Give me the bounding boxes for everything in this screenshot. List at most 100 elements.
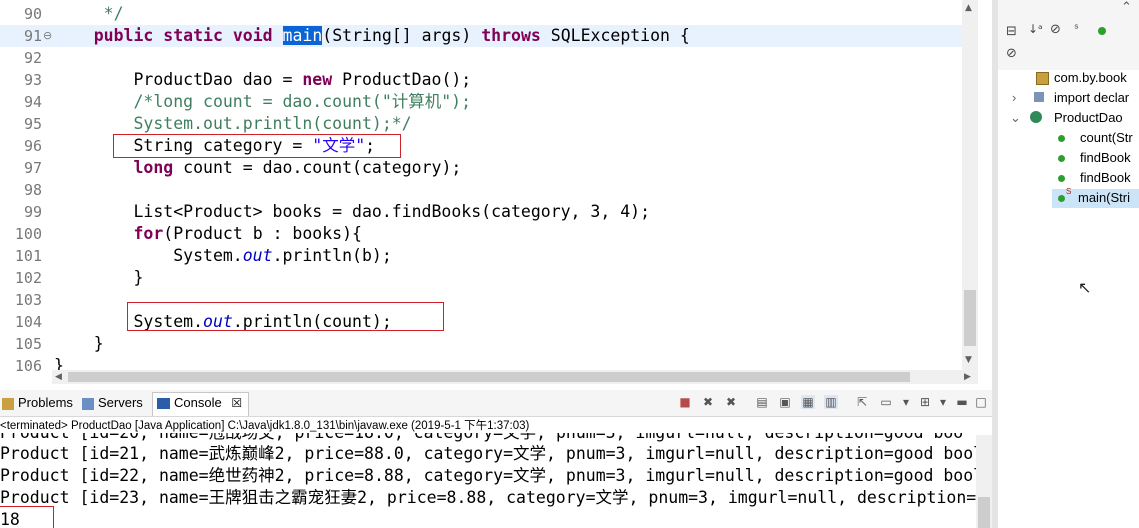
scroll-right-icon[interactable]: ▶ bbox=[964, 371, 971, 383]
code-text[interactable]: public static void main(String[] args) t… bbox=[54, 25, 690, 47]
code-text[interactable]: } bbox=[54, 267, 143, 289]
minimize-icon[interactable]: ▬ bbox=[955, 395, 969, 409]
code-line[interactable]: 98 bbox=[0, 179, 962, 201]
code-line[interactable]: 94 /*long count = dao.count("计算机"); bbox=[0, 91, 962, 113]
line-number: 101 bbox=[14, 247, 42, 265]
code-line[interactable]: 105 } bbox=[0, 333, 962, 355]
chevron-down-icon[interactable]: ▾ bbox=[899, 395, 913, 409]
outline-item-label: ProductDao bbox=[1054, 110, 1123, 125]
code-line[interactable]: 97 long count = dao.count(category); bbox=[0, 157, 962, 179]
outline-item-label: count(Str bbox=[1080, 130, 1133, 145]
display-selected-console-icon[interactable]: ▭ bbox=[879, 395, 893, 409]
console-output[interactable]: Product [id=20, name=冠战场交, price=18.0, c… bbox=[0, 433, 976, 528]
outline-toolbar: ⊟ ↓ᵃ ⊘ ˢ ⊘ ⌃ bbox=[998, 0, 1139, 70]
scroll-up-icon[interactable]: ▲ bbox=[965, 2, 972, 14]
outline-item-label: import declar bbox=[1054, 90, 1130, 105]
open-console-icon[interactable]: ⊞ bbox=[918, 395, 932, 409]
show-on-stdout-icon[interactable]: ▥ bbox=[824, 395, 838, 409]
code-line[interactable]: 93 ProductDao dao = new ProductDao(); bbox=[0, 69, 962, 91]
code-comment[interactable]: /*long count = dao.count("计算机"); bbox=[54, 91, 471, 113]
outline-method-selected[interactable]: S main(Stri bbox=[1052, 187, 1139, 208]
tab-servers[interactable]: Servers bbox=[82, 393, 143, 413]
problems-icon bbox=[2, 397, 14, 410]
code-comment[interactable]: System.out.println(count);*/ bbox=[54, 113, 411, 135]
remove-launch-icon[interactable]: ✖ bbox=[701, 395, 715, 409]
outline-item-label: findBook bbox=[1080, 170, 1131, 185]
console-vertical-scrollbar[interactable] bbox=[976, 435, 992, 528]
hide-fields-icon[interactable]: ⊘ bbox=[1050, 22, 1061, 37]
pin-console-icon[interactable]: ⇱ bbox=[855, 395, 869, 409]
package-icon bbox=[1036, 72, 1049, 85]
scroll-down-icon[interactable]: ▼ bbox=[965, 354, 972, 366]
public-static-method-icon bbox=[1058, 195, 1065, 202]
code-line[interactable]: 95 System.out.println(count);*/ bbox=[0, 113, 962, 135]
code-line-current[interactable]: 91 ⊖ public static void main(String[] ar… bbox=[0, 25, 962, 47]
code-editor[interactable]: 90 */ 91 ⊖ public static void main(Strin… bbox=[0, 0, 992, 390]
terminate-icon[interactable]: ■ bbox=[678, 395, 692, 409]
selected-word[interactable]: main bbox=[282, 26, 323, 45]
chevron-right-icon[interactable]: › bbox=[1012, 90, 1016, 105]
sort-icon[interactable]: ↓ᵃ bbox=[1028, 22, 1043, 36]
hide-static-icon[interactable]: ˢ bbox=[1074, 22, 1079, 37]
public-method-icon bbox=[1058, 175, 1065, 182]
remove-all-icon[interactable]: ✖ bbox=[724, 395, 738, 409]
code-text[interactable]: } bbox=[54, 333, 104, 355]
code-line[interactable]: 101 System.out.println(b); bbox=[0, 245, 962, 267]
code-line[interactable]: 90 */ bbox=[0, 3, 962, 25]
console-icon bbox=[157, 398, 170, 410]
code-line[interactable]: 99 List<Product> books = dao.findBooks(c… bbox=[0, 201, 962, 223]
line-number: 91 bbox=[23, 27, 42, 45]
highlight-box-category bbox=[113, 134, 401, 158]
hide-local-types-icon[interactable]: ⊘ bbox=[1006, 46, 1017, 61]
line-number: 104 bbox=[14, 313, 42, 331]
line-number: 92 bbox=[23, 49, 42, 67]
line-number: 102 bbox=[14, 269, 42, 287]
scroll-thumb[interactable] bbox=[964, 290, 976, 346]
maximize-icon[interactable]: □ bbox=[974, 395, 988, 409]
tab-console[interactable]: Console ☒ bbox=[152, 392, 250, 416]
code-text[interactable]: long count = dao.count(category); bbox=[54, 157, 461, 179]
line-number: 105 bbox=[14, 335, 42, 353]
tab-problems[interactable]: Problems bbox=[2, 393, 73, 413]
editor-vertical-scrollbar[interactable]: ▲ ▼ bbox=[962, 0, 978, 370]
code-text[interactable]: List<Product> books = dao.findBooks(cate… bbox=[54, 201, 650, 223]
line-number: 100 bbox=[14, 225, 42, 243]
line-number: 99 bbox=[23, 203, 42, 221]
editor-horizontal-scrollbar[interactable]: ◀ ▶ bbox=[52, 370, 978, 384]
code-text[interactable]: ProductDao dao = new ProductDao(); bbox=[54, 69, 471, 91]
view-menu-icon[interactable]: ⌃ bbox=[1121, 0, 1132, 15]
outline-item-label: com.by.book bbox=[1054, 70, 1127, 85]
code-line[interactable]: 92 bbox=[0, 47, 962, 69]
scroll-lock-icon[interactable]: ▣ bbox=[778, 395, 792, 409]
highlight-box-println bbox=[127, 302, 444, 331]
line-number: 90 bbox=[23, 5, 42, 23]
outline-view[interactable]: ⊟ ↓ᵃ ⊘ ˢ ⊘ ⌃ com.by.book › import declar… bbox=[998, 0, 1139, 390]
scroll-thumb[interactable] bbox=[68, 372, 910, 382]
imports-icon bbox=[1034, 92, 1044, 102]
clear-console-icon[interactable]: ▤ bbox=[755, 395, 769, 409]
public-method-icon bbox=[1058, 155, 1065, 162]
outline-item-label: findBook bbox=[1080, 150, 1131, 165]
chevron-down-icon[interactable]: ▾ bbox=[936, 395, 950, 409]
chevron-down-icon[interactable]: ⌄ bbox=[1010, 110, 1021, 126]
hide-nonpublic-icon[interactable] bbox=[1098, 27, 1106, 35]
line-number: 95 bbox=[23, 115, 42, 133]
scroll-left-icon[interactable]: ◀ bbox=[55, 371, 62, 383]
line-number: 98 bbox=[23, 181, 42, 199]
console-panel[interactable]: Problems Servers Console ☒ ■ ✖ ✖ ▤ ▣ ▦ ▥… bbox=[0, 390, 992, 528]
close-icon[interactable]: ☒ bbox=[231, 396, 242, 410]
line-number: 106 bbox=[14, 357, 42, 375]
line-number: 97 bbox=[23, 159, 42, 177]
collapse-all-icon[interactable]: ⊟ bbox=[1006, 24, 1017, 39]
code-line[interactable]: 100 for(Product b : books){ bbox=[0, 223, 962, 245]
code-text[interactable]: */ bbox=[54, 3, 124, 25]
scroll-thumb[interactable] bbox=[978, 497, 990, 528]
code-line[interactable]: 102 } bbox=[0, 267, 962, 289]
view-tab-bar: Problems Servers Console ☒ ■ ✖ ✖ ▤ ▣ ▦ ▥… bbox=[0, 390, 992, 417]
static-marker: S bbox=[1066, 187, 1072, 196]
fold-icon[interactable]: ⊖ bbox=[43, 25, 52, 47]
tab-label: Problems bbox=[18, 395, 73, 410]
code-text[interactable]: for(Product b : books){ bbox=[54, 223, 362, 245]
word-wrap-icon[interactable]: ▦ bbox=[801, 395, 815, 409]
code-text[interactable]: System.out.println(b); bbox=[54, 245, 392, 267]
